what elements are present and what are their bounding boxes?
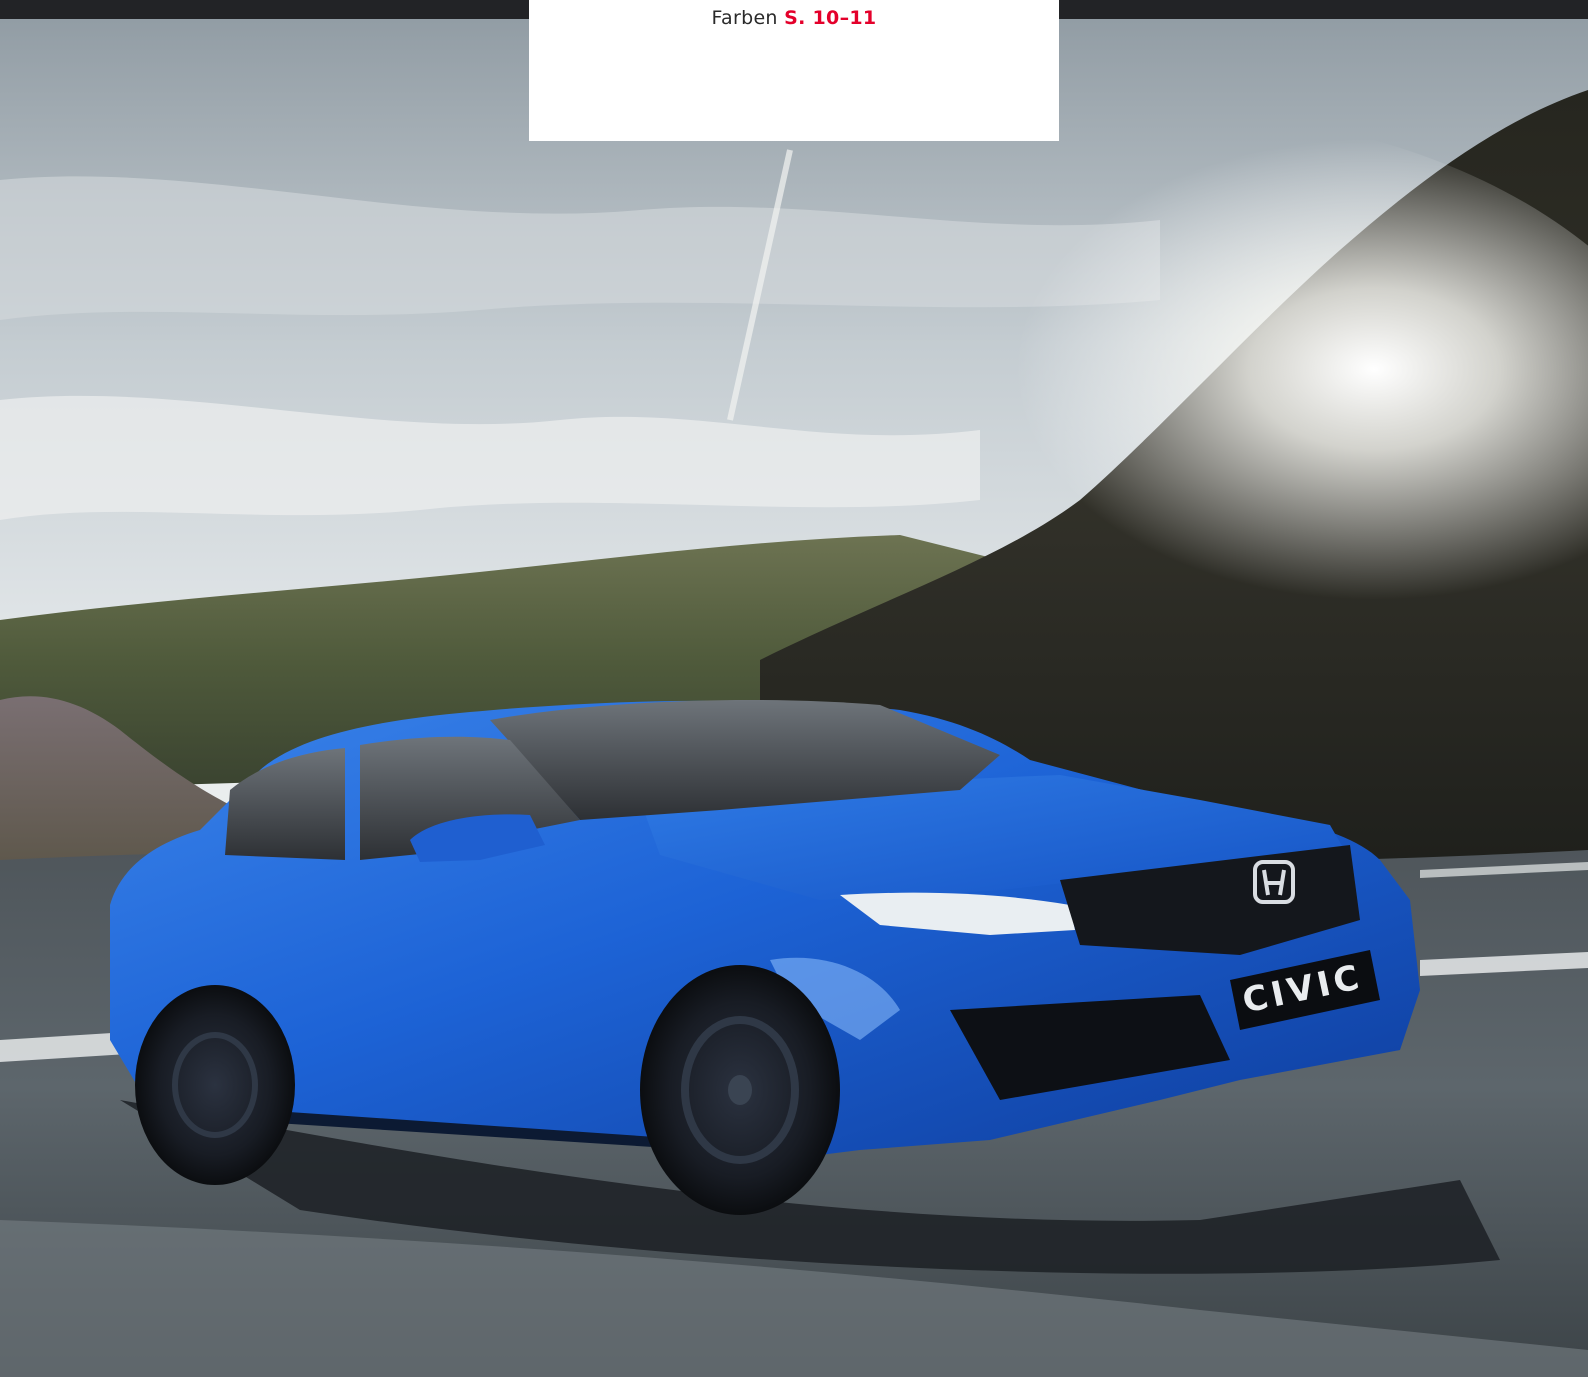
rear-wheel bbox=[135, 985, 295, 1185]
front-wheel bbox=[640, 965, 840, 1215]
colors-tab-page-ref[interactable]: S. 10–11 bbox=[784, 7, 876, 29]
top-bar-left bbox=[0, 0, 529, 19]
hero-photo: CIVIC bbox=[0, 0, 1588, 1377]
colors-tab-caption: Farben S. 10–11 bbox=[529, 7, 1059, 29]
colors-tab-label: Farben bbox=[711, 7, 778, 29]
top-bar-right bbox=[1059, 0, 1588, 19]
colors-tab[interactable]: Farben S. 10–11 bbox=[529, 0, 1059, 141]
